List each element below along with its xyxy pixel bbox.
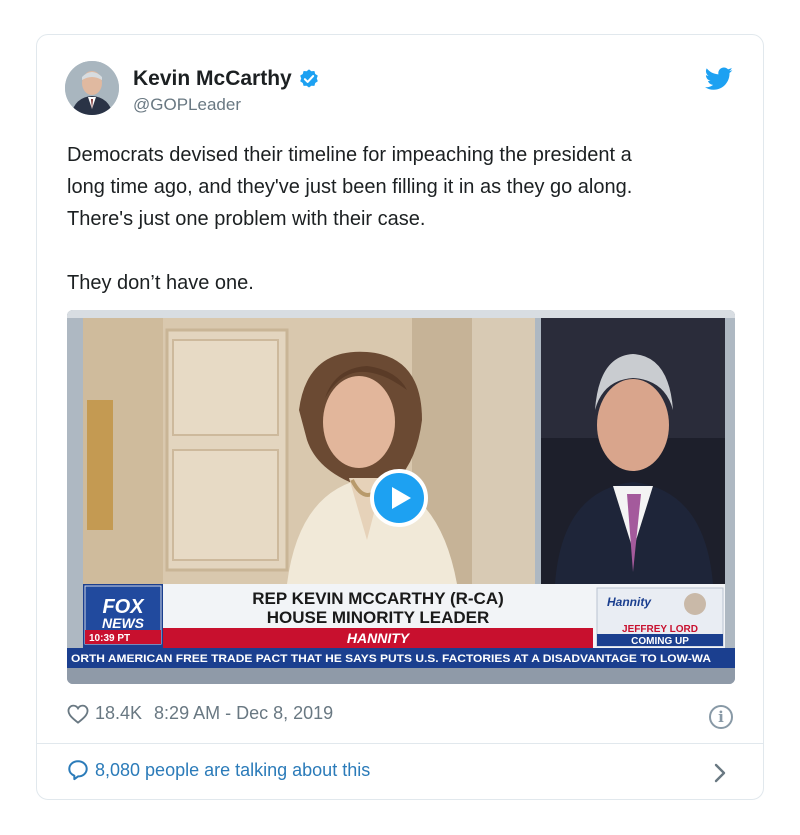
- tweet-text-line: long time ago, and they've just been fil…: [67, 176, 633, 198]
- tweet-text-line: There's just one problem with their case…: [67, 208, 426, 230]
- lower-third-line1: REP KEVIN MCCARTHY (R-CA): [252, 589, 504, 608]
- show-name: HANNITY: [347, 630, 411, 646]
- twitter-bird-icon[interactable]: [705, 67, 733, 91]
- news-ticker: ORTH AMERICAN FREE TRADE PACT THAT HE SA…: [71, 653, 711, 665]
- lower-third-line2: HOUSE MINORITY LEADER: [267, 608, 490, 627]
- tweet-meta: 18.4K 8:29 AM - Dec 8, 2019: [67, 703, 333, 724]
- author-name[interactable]: Kevin McCarthy: [133, 67, 292, 91]
- tweet-text: Democrats devised their timeline for imp…: [67, 139, 747, 299]
- promo-status: COMING UP: [631, 636, 689, 647]
- broadcast-clock: 10:39 PT: [89, 633, 130, 644]
- heart-icon[interactable]: [67, 704, 89, 724]
- tweet-timestamp[interactable]: 8:29 AM - Dec 8, 2019: [154, 703, 333, 724]
- author-handle[interactable]: @GOPLeader: [133, 95, 241, 115]
- conversation-link[interactable]: 8,080 people are talking about this: [67, 759, 370, 781]
- speech-bubble-icon: [68, 760, 88, 781]
- verified-badge-icon: [299, 69, 318, 88]
- fox-logo-line2: NEWS: [102, 615, 145, 631]
- tweet-text-line: They don’t have one.: [67, 272, 254, 294]
- tweet-card: Kevin McCarthy @GOPLeader Democrats devi…: [36, 34, 764, 800]
- avatar[interactable]: [65, 61, 119, 115]
- author-row: Kevin McCarthy: [133, 67, 320, 91]
- play-icon: [392, 487, 411, 509]
- divider: [37, 743, 763, 744]
- promo-show: Hannity: [607, 595, 652, 609]
- play-button[interactable]: [370, 469, 428, 527]
- left-video-panel: [83, 318, 535, 584]
- right-video-panel: [541, 318, 725, 584]
- like-count[interactable]: 18.4K: [95, 703, 142, 724]
- promo-guest: JEFFREY LORD: [622, 624, 698, 635]
- tweet-text-line: Democrats devised their timeline for imp…: [67, 144, 632, 166]
- conversation-count[interactable]: 8,080 people are talking about this: [95, 760, 370, 781]
- info-icon[interactable]: i: [709, 705, 733, 729]
- chevron-right-icon[interactable]: [713, 762, 727, 784]
